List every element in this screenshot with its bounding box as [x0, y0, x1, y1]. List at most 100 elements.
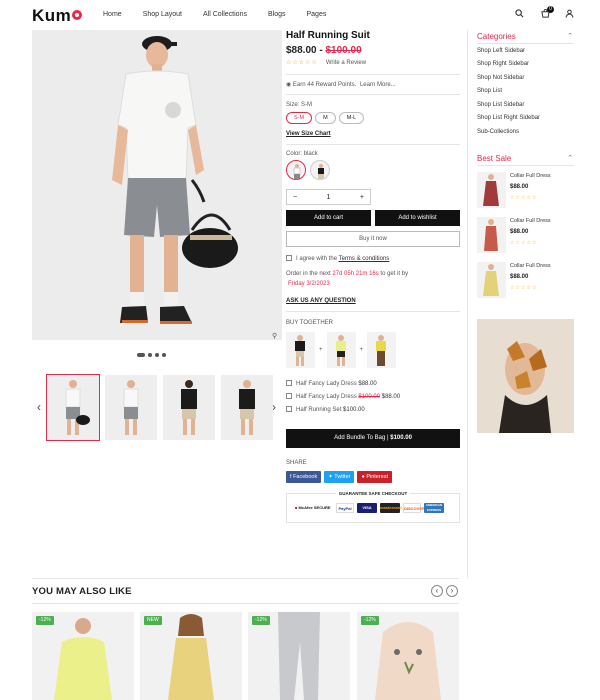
category-link[interactable]: Shop Right Sidebar: [477, 61, 529, 67]
cart-icon[interactable]: 0: [541, 6, 554, 20]
buy-now-button[interactable]: Buy it now: [286, 231, 460, 247]
minus-icon[interactable]: −: [293, 194, 297, 201]
category-link[interactable]: Shop Not Sidebar: [477, 75, 524, 81]
order-suffix: to get it by: [380, 271, 409, 277]
thumbnail-image[interactable]: [46, 374, 100, 441]
chevron-left-icon[interactable]: ‹: [431, 585, 443, 597]
color-swatch[interactable]: [309, 160, 330, 180]
sale-tag: -12%: [36, 616, 54, 625]
category-link[interactable]: Shop List Sidebar: [477, 102, 524, 108]
agree-checkbox[interactable]: [286, 255, 292, 261]
ask-question-link[interactable]: ASK US ANY QUESTION: [286, 298, 460, 304]
best-sale-price: $88.00: [510, 184, 529, 190]
order-prefix: Order in the next: [286, 271, 331, 277]
categories-title[interactable]: Categories: [477, 32, 516, 41]
best-sale-stars: ☆☆☆☆☆: [510, 240, 538, 246]
twitter-share-button[interactable]: ✦ Twitter: [324, 471, 355, 483]
best-sale-image[interactable]: [477, 262, 506, 298]
nav-shop-layout[interactable]: Shop Layout: [143, 11, 182, 18]
plus-icon: +: [359, 347, 364, 353]
quantity-value[interactable]: 1: [327, 194, 331, 201]
bundle-checkbox[interactable]: [286, 393, 292, 399]
nav-all-collections[interactable]: All Collections: [203, 11, 247, 18]
chevron-up-icon[interactable]: ⌃: [567, 154, 573, 162]
best-sale-image[interactable]: [477, 217, 506, 253]
old-price: $100.00: [325, 45, 362, 56]
write-review-link[interactable]: Write a Review: [326, 60, 366, 66]
bundle-item-image[interactable]: [326, 332, 356, 368]
category-link[interactable]: Shop List Right Sidebar: [477, 115, 540, 121]
nav-home[interactable]: Home: [103, 11, 122, 18]
logo[interactable]: Kum: [32, 6, 83, 26]
bundle-row: Half Fancy Lady Dress $88.00: [286, 378, 460, 391]
add-bundle-button[interactable]: Add Bundle To Bag | $100.00: [286, 429, 460, 448]
search-icon[interactable]: [515, 9, 524, 20]
zoom-icon[interactable]: ⚲: [272, 332, 277, 340]
product-title: Half Running Suit: [286, 30, 370, 41]
bundle-item-image[interactable]: [367, 332, 397, 368]
cart-count-badge: 0: [547, 6, 554, 13]
add-to-wishlist-button[interactable]: Add to wishlist: [375, 210, 460, 226]
site-header: Kum Home Shop Layout All Collections Blo…: [0, 0, 600, 30]
learn-more-link[interactable]: Learn More...: [360, 82, 396, 88]
size-option[interactable]: S-M: [286, 112, 313, 124]
product-card[interactable]: NEW: [140, 612, 242, 700]
product-info: Half Running Suit $88.00 - $100.00 ☆☆☆☆☆…: [286, 30, 460, 523]
category-link[interactable]: Shop List: [477, 88, 502, 94]
quantity-stepper[interactable]: − 1 +: [286, 189, 371, 205]
best-sale-name[interactable]: Collar Full Dress: [510, 173, 551, 179]
best-sale-name[interactable]: Collar Full Dress: [510, 218, 551, 224]
mastercard-icon: mastercard: [380, 503, 402, 513]
bundle-row: Half Fancy Lady Dress $100.00 $88.00: [286, 391, 460, 404]
best-sale-stars: ☆☆☆☆☆: [510, 285, 538, 291]
chevron-left-icon[interactable]: ‹: [37, 400, 41, 414]
category-link[interactable]: Shop Left Sidebar: [477, 48, 525, 54]
bundle-row: Half Running Set $100.00: [286, 404, 460, 417]
best-sale-image[interactable]: [477, 172, 506, 208]
nav-blogs[interactable]: Blogs: [268, 11, 286, 18]
size-option[interactable]: M: [315, 112, 336, 124]
thumbnail-image[interactable]: [105, 375, 157, 440]
bundle-checkbox[interactable]: [286, 406, 292, 412]
facebook-share-button[interactable]: f Facebook: [286, 471, 322, 483]
size-label: Size: S-M: [286, 102, 313, 108]
add-to-cart-button[interactable]: Add to cart: [286, 210, 371, 226]
share-label: SHARE: [286, 460, 307, 466]
thumbnail-image[interactable]: [221, 375, 273, 440]
pinterest-share-button[interactable]: ● Pinterest: [357, 471, 393, 483]
logo-o-mark: [72, 10, 83, 20]
chevron-up-icon[interactable]: ⌃: [567, 32, 573, 40]
nav-pages[interactable]: Pages: [306, 11, 326, 18]
product-card[interactable]: -12%: [248, 612, 350, 700]
chevron-right-icon[interactable]: ›: [446, 585, 458, 597]
reward-icon: ◉: [286, 82, 292, 88]
terms-link[interactable]: Terms & conditions: [339, 256, 390, 262]
bundle-checkbox[interactable]: [286, 380, 292, 386]
bundle-item-image[interactable]: [286, 332, 315, 368]
best-sale-name[interactable]: Collar Full Dress: [510, 263, 551, 269]
reward-text: Earn 44 Reward Points.: [292, 82, 357, 88]
plus-icon[interactable]: +: [360, 194, 364, 201]
main-nav: Home Shop Layout All Collections Blogs P…: [103, 11, 347, 18]
best-sale-title[interactable]: Best Sale: [477, 154, 511, 163]
product-card[interactable]: -12%: [32, 612, 134, 700]
discover-icon: DISCOVER: [403, 503, 425, 513]
user-icon[interactable]: [565, 9, 574, 20]
product-card[interactable]: -12%: [357, 612, 459, 700]
carousel-dot[interactable]: [155, 353, 159, 357]
current-price: $88.00: [286, 45, 317, 56]
category-link[interactable]: Sub-Collections: [477, 129, 519, 135]
best-sale-price: $88.00: [510, 274, 529, 280]
carousel-dot[interactable]: [148, 353, 152, 357]
color-swatch[interactable]: [286, 160, 306, 180]
size-chart-link[interactable]: View Size Chart: [286, 131, 460, 137]
main-product-image[interactable]: [32, 30, 282, 340]
buy-together-label: BUY TOGETHER: [286, 320, 334, 326]
thumbnail-image[interactable]: [163, 375, 215, 440]
size-option[interactable]: M-L: [338, 112, 365, 124]
rating-stars: ☆☆☆☆☆: [286, 60, 318, 66]
product-price: $88.00 - $100.00: [286, 45, 460, 56]
carousel-dot[interactable]: [137, 353, 145, 357]
carousel-dot[interactable]: [162, 353, 166, 357]
promo-banner-image[interactable]: [477, 319, 574, 433]
